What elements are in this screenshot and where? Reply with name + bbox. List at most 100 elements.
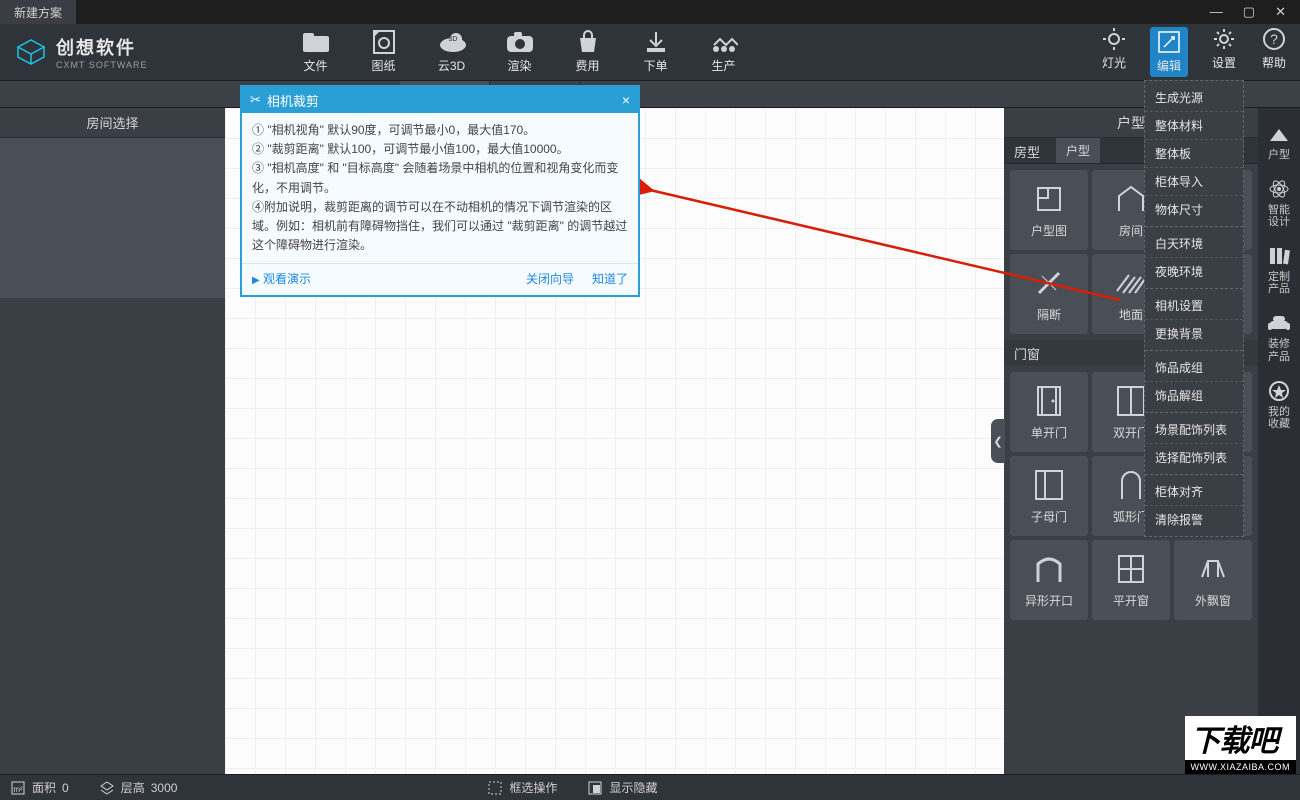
status-show-hide[interactable]: 显示隐藏 — [587, 779, 657, 796]
render-button[interactable]: 渲染 — [506, 30, 534, 74]
menu-gen-light[interactable]: 生成光源 — [1145, 84, 1243, 111]
menu-decor-group[interactable]: 饰品成组 — [1145, 354, 1243, 381]
cost-button[interactable]: 费用 — [574, 30, 602, 74]
panel-expand-handle[interactable]: ❮ — [991, 419, 1005, 463]
casement-window-icon — [1114, 552, 1148, 586]
menu-clear-alarm[interactable]: 清除报警 — [1145, 505, 1243, 533]
file-button[interactable]: 文件 — [302, 30, 330, 74]
sidetab-floorplan[interactable]: 户型 — [1262, 122, 1296, 161]
sidetab-custom-product[interactable]: 定制 产品 — [1262, 244, 1296, 295]
grid-irregular-opening[interactable]: 异形开口 — [1010, 540, 1088, 620]
partition-icon — [1032, 266, 1066, 300]
order-button[interactable]: 下单 — [642, 30, 670, 74]
menu-camera-settings[interactable]: 相机设置 — [1145, 292, 1243, 319]
download-icon — [642, 30, 670, 54]
gear-icon — [1210, 27, 1238, 51]
cloud3d-button[interactable]: 3D云3D — [438, 30, 466, 74]
mother-door-icon — [1032, 468, 1066, 502]
status-box-select[interactable]: 框选操作 — [487, 779, 557, 796]
bay-window-icon — [1196, 552, 1230, 586]
grid-mother-door[interactable]: 子母门 — [1010, 456, 1088, 536]
logo: 创想软件 CXMT SOFTWARE — [0, 34, 162, 70]
sidetab-favorites[interactable]: 我的 收藏 — [1262, 379, 1296, 430]
menu-cabinet-import[interactable]: 柜体导入 — [1145, 167, 1243, 195]
popup-line: ④附加说明，裁剪距离的调节可以在不动相机的情况下调节渲染的区域。例如：相机前有障… — [252, 198, 628, 256]
status-area: m²面积 0 — [10, 779, 69, 796]
sidetab-decor-product[interactable]: 装修 产品 — [1262, 311, 1296, 362]
house-icon — [1267, 122, 1291, 146]
light-button[interactable]: 灯光 — [1100, 27, 1128, 77]
menu-cabinet-align[interactable]: 柜体对齐 — [1145, 478, 1243, 505]
irregular-opening-icon — [1032, 552, 1066, 586]
titlebar: 新建方案 — ▢ ✕ — [0, 0, 1300, 24]
main-area: 房间选择 ❮ 户型 房型 户型 户型图 房间 直墙 隔断 地面 地台 门窗 单开… — [0, 108, 1300, 774]
folder-icon — [302, 30, 330, 54]
popup-got-it-link[interactable]: 知道了 — [592, 270, 628, 287]
grid-floorplan[interactable]: 户型图 — [1010, 170, 1088, 250]
menu-all-material[interactable]: 整体材料 — [1145, 111, 1243, 139]
toolbar-right: 灯光 编辑 设置 ?帮助 — [1100, 27, 1300, 77]
star-icon — [1267, 379, 1291, 403]
logo-text-en: CXMT SOFTWARE — [56, 60, 148, 70]
room-preview-slot[interactable] — [0, 138, 225, 298]
grid-partition[interactable]: 隔断 — [1010, 254, 1088, 334]
popup-close-button[interactable]: × — [622, 92, 630, 108]
select-icon — [487, 780, 503, 796]
menu-change-bg[interactable]: 更换背景 — [1145, 319, 1243, 347]
minimize-button[interactable]: — — [1210, 4, 1223, 20]
single-door-icon — [1032, 384, 1066, 418]
double-door-icon — [1114, 384, 1148, 418]
drawing-button[interactable]: 图纸 — [370, 30, 398, 74]
drawing-icon — [370, 30, 398, 54]
popup-close-guide-link[interactable]: 关闭向导 — [526, 270, 574, 287]
camera-icon — [506, 30, 534, 54]
layers-icon — [99, 780, 115, 796]
settings-button[interactable]: 设置 — [1210, 27, 1238, 77]
menu-decor-ungroup[interactable]: 饰品解组 — [1145, 381, 1243, 409]
bag-icon — [574, 30, 602, 54]
menu-select-decor-list[interactable]: 选择配饰列表 — [1145, 443, 1243, 471]
popup-footer: ▶ 观看演示 关闭向导 知道了 — [242, 263, 638, 295]
project-tab[interactable]: 新建方案 — [0, 0, 76, 24]
grid-single-door[interactable]: 单开门 — [1010, 372, 1088, 452]
popup-watch-link[interactable]: ▶ 观看演示 — [252, 270, 311, 287]
logo-text-cn: 创想软件 — [56, 34, 148, 60]
factory-icon — [710, 30, 738, 54]
sidetab-smart-design[interactable]: 智能 设计 — [1262, 177, 1296, 228]
header-toolbar: 创想软件 CXMT SOFTWARE 文件 图纸 3D云3D 渲染 费用 下单 … — [0, 24, 1300, 80]
svg-text:3D: 3D — [448, 36, 457, 43]
edit-button[interactable]: 编辑 — [1150, 27, 1188, 77]
menu-object-size[interactable]: 物体尺寸 — [1145, 195, 1243, 223]
menu-night-env[interactable]: 夜晚环境 — [1145, 257, 1243, 285]
toolbar-main: 文件 图纸 3D云3D 渲染 费用 下单 生产 — [302, 30, 738, 74]
status-height: 层高 3000 — [99, 779, 178, 796]
menu-scene-decor-list[interactable]: 场景配饰列表 — [1145, 416, 1243, 443]
arc-door-icon — [1114, 468, 1148, 502]
side-tabs: 户型 智能 设计 定制 产品 装修 产品 我的 收藏 — [1258, 108, 1300, 774]
popup-body: ① "相机视角" 默认90度，可调节最小0，最大值170。 ② "裁剪距离" 默… — [242, 113, 638, 263]
production-button[interactable]: 生产 — [710, 30, 738, 74]
grid-casement-window[interactable]: 平开窗 — [1092, 540, 1170, 620]
help-popup: ✂ 相机裁剪 × ① "相机视角" 默认90度，可调节最小0，最大值170。 ②… — [240, 85, 640, 297]
popup-title: 相机裁剪 — [267, 91, 319, 110]
edit-icon — [1155, 30, 1183, 54]
cloud-icon: 3D — [438, 30, 466, 54]
maximize-button[interactable]: ▢ — [1243, 4, 1255, 20]
floor-icon — [1114, 266, 1148, 300]
window-controls: — ▢ ✕ — [1210, 4, 1300, 20]
menu-day-env[interactable]: 白天环境 — [1145, 230, 1243, 257]
popup-header[interactable]: ✂ 相机裁剪 × — [242, 87, 638, 113]
room-icon — [1114, 182, 1148, 216]
help-button[interactable]: ?帮助 — [1260, 27, 1288, 77]
subtab-floorplan[interactable]: 户型 — [1056, 138, 1100, 163]
svg-text:m²: m² — [13, 785, 23, 794]
sofa-icon — [1267, 311, 1291, 335]
close-button[interactable]: ✕ — [1275, 4, 1286, 20]
books-icon — [1267, 244, 1291, 268]
svg-text:?: ? — [1270, 31, 1278, 47]
visibility-icon — [587, 780, 603, 796]
menu-all-board[interactable]: 整体板 — [1145, 139, 1243, 167]
grid-bay-window[interactable]: 外飘窗 — [1174, 540, 1252, 620]
atom-icon — [1267, 177, 1291, 201]
left-panel-title: 房间选择 — [0, 108, 225, 138]
